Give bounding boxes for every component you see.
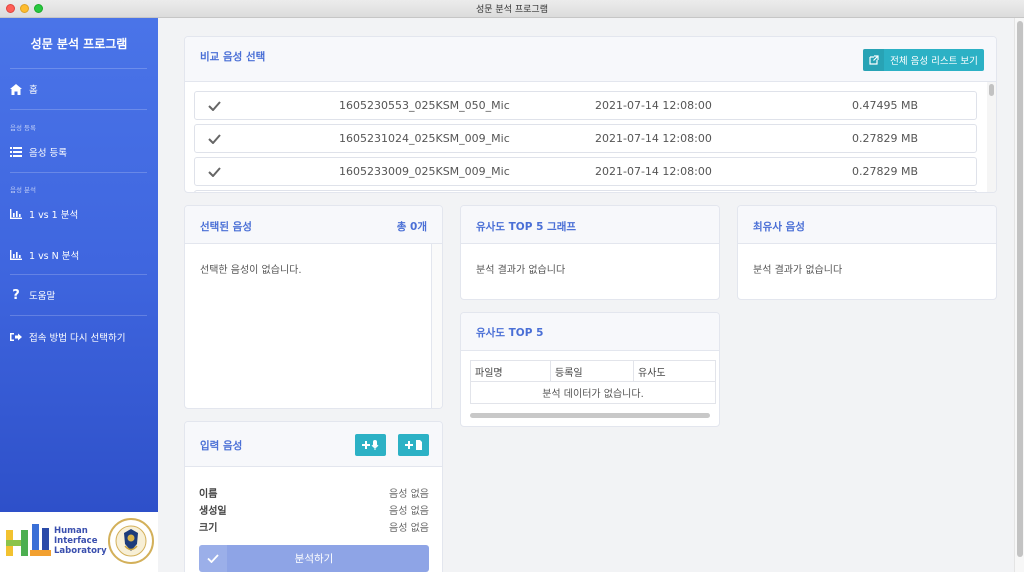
input-created-field: 생성일 음성 없음 [199,506,429,517]
table-row: 분석 데이터가 없습니다. [470,381,716,404]
window-titlebar: 성문 분석 프로그램 [0,0,1024,18]
voice-size: 0.27829 MB [852,132,919,145]
check-icon [207,554,219,563]
sidebar-divider [10,315,147,316]
voice-date: 2021-07-14 12:08:00 [595,165,712,178]
sidebar-divider [10,68,147,69]
sidebar-divider [10,274,147,275]
column-header-date[interactable]: 등록일 [550,360,634,382]
selected-list-scrollbar[interactable] [431,244,442,408]
compare-voice-card: 비교 음성 선택 전체 음성 리스트 보기 1605230553_025KSM_… [184,36,997,193]
bar-chart-icon [10,250,22,260]
card-title: 선택된 음성 [200,221,252,233]
view-all-voices-button[interactable]: 전체 음성 리스트 보기 [863,49,984,71]
card-header: 유사도 TOP 5 [461,313,719,351]
most-similar-card: 최유사 음성 분석 결과가 없습니다 [737,205,997,300]
sidebar-brand[interactable]: 성문 분석 프로그램 [0,35,158,52]
analyze-button[interactable]: 분석하기 [199,545,429,572]
input-name-field: 이름 음성 없음 [199,489,429,500]
list-icon [10,147,22,157]
lab-name: Human Interface Laboratory [54,526,107,556]
sidebar: 성문 분석 프로그램 홈 음성 등록 음성 등록 음성 분석 1 vs 1 분석… [0,18,158,512]
plus-microphone-icon [361,440,378,450]
similarity-graph-card: 유사도 TOP 5 그래프 분석 결과가 없습니다 [460,205,720,300]
empty-message: 선택한 음성이 없습니다. [200,265,302,276]
main-scrollbar[interactable] [1014,18,1024,572]
sidebar-item-label: 1 vs N 분석 [29,251,80,262]
voice-list-row[interactable]: 1605233009_025KSM_009_Mic 2021-07-14 12:… [194,157,977,186]
card-title: 비교 음성 선택 [200,51,266,63]
check-icon [208,167,221,177]
card-title: 입력 음성 [200,440,243,452]
card-header: 비교 음성 선택 전체 음성 리스트 보기 [185,37,996,82]
selected-count: 총 0개 [396,221,427,233]
sidebar-item-home[interactable]: 홈 [10,80,150,98]
list-scrollbar[interactable] [987,82,996,192]
column-header-filename[interactable]: 파일명 [470,360,551,382]
card-title: 유사도 TOP 5 [476,327,544,339]
check-icon [208,134,221,144]
voice-file-name: 1605231024_025KSM_009_Mic [339,132,510,145]
empty-message: 분석 결과가 없습니다 [476,265,566,276]
sidebar-item-label: 홈 [29,85,38,96]
sidebar-item-label: 음성 등록 [29,148,67,159]
empty-message: 분석 결과가 없습니다 [753,265,843,276]
card-title: 유사도 TOP 5 그래프 [476,221,577,233]
sidebar-item-register[interactable]: 음성 등록 [10,143,150,161]
voice-file-name: 1605233009_025KSM_009_Mic [339,165,510,178]
police-seal-icon [108,518,154,564]
card-header: 유사도 TOP 5 그래프 [461,206,719,244]
sidebar-item-label: 1 vs 1 분석 [29,210,79,221]
similarity-top5-card: 유사도 TOP 5 파일명 등록일 유사도 분석 데이터가 없습니다. [460,312,720,427]
home-icon [10,83,22,95]
voice-date: 2021-07-14 12:08:00 [595,132,712,145]
external-link-icon [868,55,879,65]
voice-list-row[interactable] [194,190,977,192]
check-icon [208,101,221,111]
sidebar-item-reconnect[interactable]: 접속 방법 다시 선택하기 [10,328,150,346]
sidebar-item-one-vs-one[interactable]: 1 vs 1 분석 [10,205,150,223]
record-voice-button[interactable] [355,434,386,456]
sidebar-divider [10,109,147,110]
window-title: 성문 분석 프로그램 [476,5,548,15]
sign-out-icon [10,333,22,341]
card-header: 입력 음성 [185,422,442,467]
sidebar-item-label: 접속 방법 다시 선택하기 [29,333,126,344]
bar-chart-icon [10,209,22,219]
voice-size: 0.27829 MB [852,165,919,178]
card-header: 최유사 음성 [738,206,996,244]
voice-list-row[interactable]: 1605230553_025KSM_050_Mic 2021-07-14 12:… [194,91,977,120]
plus-file-icon [404,440,422,450]
top5-table: 파일명 등록일 유사도 분석 데이터가 없습니다. [470,360,716,404]
hil-logo-icon [6,524,51,556]
question-icon: ? [12,287,20,303]
sidebar-item-help[interactable]: ? 도움말 [10,286,150,304]
table-horizontal-scrollbar[interactable] [470,413,710,418]
card-header: 선택된 음성 총 0개 [185,206,442,244]
voice-file-name: 1605230553_025KSM_050_Mic [339,99,510,112]
input-size-field: 크기 음성 없음 [199,523,429,534]
sidebar-item-one-vs-n[interactable]: 1 vs N 분석 [10,246,150,264]
upload-file-button[interactable] [398,434,429,456]
card-title: 최유사 음성 [753,221,805,233]
sidebar-section-analysis: 음성 분석 [10,186,36,194]
sidebar-section-register: 음성 등록 [10,124,36,132]
selected-voices-card: 선택된 음성 총 0개 선택한 음성이 없습니다. [184,205,443,409]
voice-date: 2021-07-14 12:08:00 [595,99,712,112]
sidebar-divider [10,172,147,173]
sidebar-item-label: 도움말 [29,291,56,302]
column-header-similarity[interactable]: 유사도 [633,360,716,382]
voice-list-row[interactable]: 1605231024_025KSM_009_Mic 2021-07-14 12:… [194,124,977,153]
table-header-row: 파일명 등록일 유사도 [470,360,716,382]
logo-area: Human Interface Laboratory [0,512,158,572]
empty-message: 분석 데이터가 없습니다. [470,381,716,404]
voice-size: 0.47495 MB [852,99,919,112]
